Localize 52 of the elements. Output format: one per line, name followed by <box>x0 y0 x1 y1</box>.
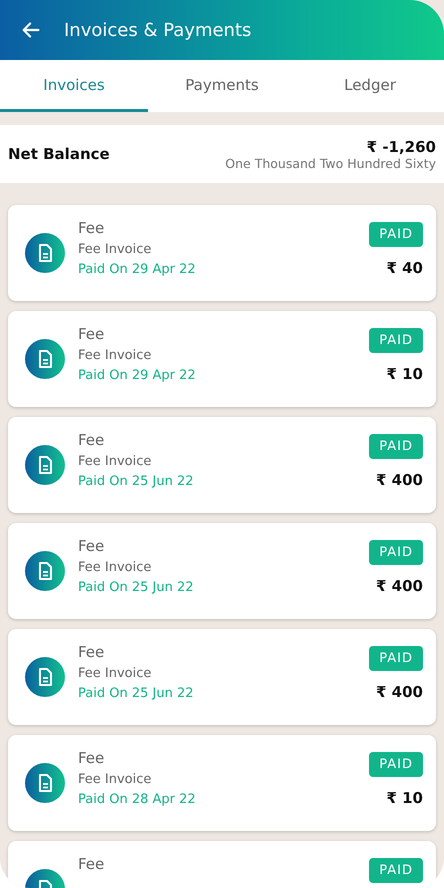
paid-date: Paid On 25 Jun 22 <box>78 686 194 701</box>
invoice-amount: ₹ 10 <box>386 365 423 383</box>
status-badge: PAID <box>369 328 423 353</box>
invoice-title: Fee <box>78 219 106 237</box>
invoice-amount: ₹ 400 <box>376 683 423 701</box>
document-icon <box>25 339 65 379</box>
status-badge: PAID <box>369 540 423 565</box>
status-badge: PAID <box>369 222 423 247</box>
invoice-type: Fee Invoice <box>78 560 152 575</box>
invoice-card[interactable]: Fee Fee Invoice Paid On 25 Jun 22 PAID ₹ 400 <box>8 523 436 619</box>
invoice-card[interactable]: Fee Fee Invoice Paid On 25 Jun 22 PAID ₹ 400 <box>8 417 436 513</box>
invoice-amount: ₹ 400 <box>376 471 423 489</box>
invoice-amount: ₹ 400 <box>376 577 423 595</box>
invoice-title: Fee <box>78 643 106 661</box>
invoice-card[interactable]: Fee Fee Invoice Paid On 28 Apr 22 PAID ₹ 10 <box>8 735 436 831</box>
tab[interactable]: Payments <box>148 60 296 112</box>
invoice-card[interactable]: Fee Fee Invoice Paid On 29 Apr 22 PAID ₹ 40 <box>8 205 436 301</box>
invoice-type: Fee Invoice <box>78 348 152 363</box>
paid-date: Paid On 28 Apr 22 <box>78 792 197 807</box>
paid-date: Paid On 29 Apr 22 <box>78 262 197 277</box>
invoice-type: Fee Invoice <box>78 772 152 787</box>
screen-title: Invoices & Payments <box>64 20 252 40</box>
invoice-type: Fee Invoice <box>78 242 152 257</box>
status-badge: PAID <box>369 858 423 883</box>
invoice-type: Fee Invoice <box>78 454 152 469</box>
document-icon <box>25 763 65 803</box>
paid-date: Paid On 29 Apr 22 <box>78 368 197 383</box>
invoice-title: Fee <box>78 537 106 555</box>
invoice-amount: ₹ 40 <box>386 259 423 277</box>
invoice-amount: ₹ 10 <box>386 789 423 807</box>
document-icon <box>25 445 65 485</box>
status-badge: PAID <box>369 752 423 777</box>
invoice-title: Fee <box>78 855 106 873</box>
document-icon <box>25 551 65 591</box>
net-balance-amount: ₹ -1,260 <box>366 138 436 156</box>
invoice-title: Fee <box>78 325 106 343</box>
invoice-card[interactable]: Fee Fee Invoice Paid On 29 Apr 22 PAID ₹ 10 <box>8 311 436 407</box>
document-icon <box>25 657 65 697</box>
document-icon <box>25 233 65 273</box>
tab[interactable]: Invoices <box>0 60 148 112</box>
tab[interactable]: Ledger <box>296 60 444 112</box>
status-badge: PAID <box>369 646 423 671</box>
paid-date: Paid On 25 Jun 22 <box>78 474 194 489</box>
invoice-type: Fee Invoice <box>78 666 152 681</box>
status-badge: PAID <box>369 434 423 459</box>
invoice-card[interactable]: Fee PAID <box>8 841 436 888</box>
net-balance-label: Net Balance <box>8 145 110 163</box>
paid-date: Paid On 25 Jun 22 <box>78 580 194 595</box>
invoice-card[interactable]: Fee Fee Invoice Paid On 25 Jun 22 PAID ₹ 400 <box>8 629 436 725</box>
invoice-title: Fee <box>78 749 106 767</box>
amount-in-words: One Thousand Two Hundred Sixty <box>225 156 436 170</box>
invoice-title: Fee <box>78 431 106 449</box>
